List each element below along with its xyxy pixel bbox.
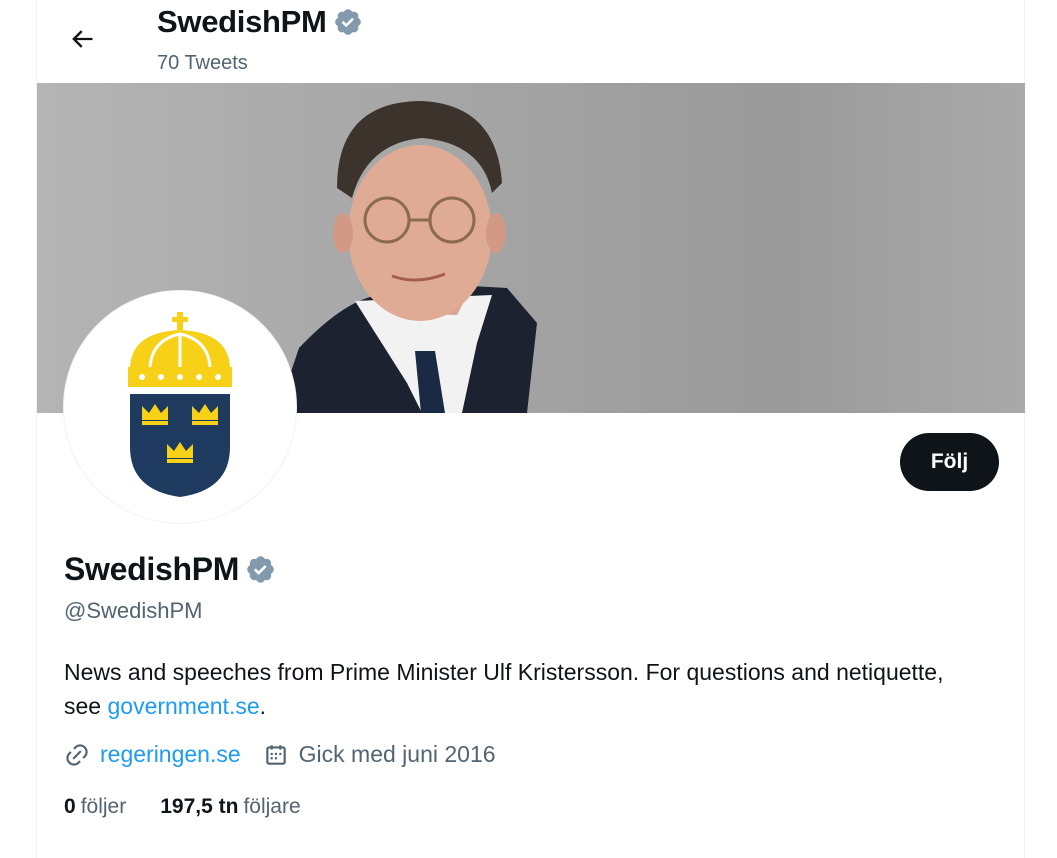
link-icon [66, 743, 88, 766]
verified-badge-icon [333, 7, 363, 37]
followers-stat[interactable]: 197,5 tn följare [160, 795, 300, 819]
top-bar: SwedishPM 70 Tweets [37, 0, 1024, 83]
verified-badge-icon[interactable] [245, 554, 276, 585]
profile-meta: regeringen.se Gick med juni 2016 [64, 741, 518, 768]
arrow-left-icon [72, 30, 93, 48]
profile-name-row: SwedishPM [64, 551, 276, 588]
profile-handle: @SwedishPM [64, 598, 203, 623]
calendar-icon [265, 744, 286, 765]
website-item: regeringen.se [64, 741, 241, 768]
joined-item: Gick med juni 2016 [263, 741, 496, 768]
following-stat[interactable]: 0 följer [64, 795, 126, 819]
header-title-row: SwedishPM [157, 4, 363, 40]
back-button[interactable] [61, 18, 103, 60]
joined-date: Gick med juni 2016 [298, 741, 496, 767]
following-label: följer [80, 795, 127, 818]
header-name: SwedishPM [157, 4, 327, 39]
website-link[interactable]: regeringen.se [100, 741, 241, 768]
profile-avatar[interactable] [63, 290, 297, 524]
profile-column: SwedishPM 70 Tweets Följ SwedishPM @Swed… [36, 0, 1025, 858]
following-count: 0 [64, 795, 76, 818]
bio-link[interactable]: government.se [107, 693, 259, 719]
follow-button[interactable]: Följ [900, 433, 999, 491]
swedish-government-emblem [128, 312, 232, 497]
tweet-count: 70 Tweets [157, 52, 248, 74]
bio-end: . [259, 693, 267, 719]
profile-stats: 0 följer 197,5 tn följare [64, 795, 335, 819]
followers-count: 197,5 tn [160, 795, 239, 818]
followers-label: följare [243, 795, 301, 818]
profile-bio: News and speeches from Prime Minister Ul… [64, 655, 964, 723]
profile-name: SwedishPM [64, 551, 240, 587]
